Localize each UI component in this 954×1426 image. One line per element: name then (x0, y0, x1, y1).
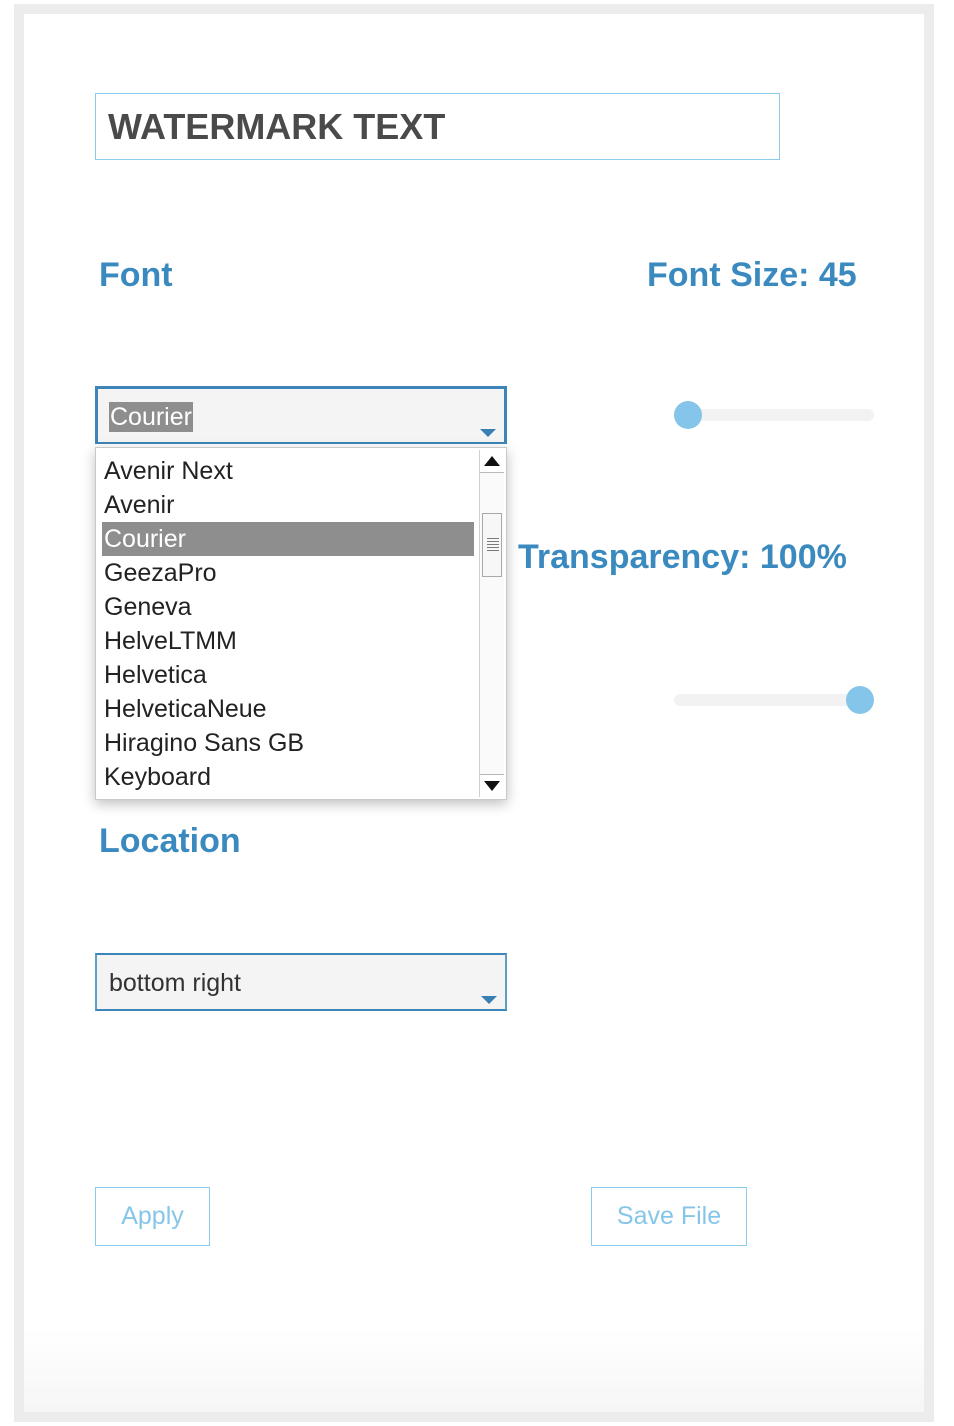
font-option[interactable]: Helvetica (102, 658, 474, 692)
font-size-slider[interactable] (674, 401, 874, 429)
dropdown-scrollbar[interactable] (479, 450, 504, 797)
transparency-label: Transparency: 100% (518, 538, 847, 576)
scroll-up-button[interactable] (480, 450, 504, 473)
font-dropdown-list[interactable]: Avenir Next Avenir Courier GeezaPro Geneva He… (95, 447, 507, 800)
grip-icon (487, 538, 499, 552)
chevron-down-icon (481, 996, 497, 1004)
font-option[interactable]: HelveLTMM (102, 624, 474, 658)
font-option[interactable]: HelveticaNeue (102, 692, 474, 726)
font-option[interactable]: GeezaPro (102, 556, 474, 590)
scroll-down-button[interactable] (480, 774, 504, 797)
location-label: Location (99, 822, 241, 860)
scrollbar-track[interactable] (480, 473, 504, 774)
location-select-value: bottom right (109, 969, 242, 997)
font-option[interactable]: Hiragino Sans GB (102, 726, 474, 760)
chevron-down-icon (480, 429, 496, 437)
font-option[interactable]: Courier (102, 522, 474, 556)
font-select[interactable]: Courier (95, 386, 507, 444)
font-option[interactable]: Avenir (102, 488, 474, 522)
save-file-button[interactable]: Save File (591, 1187, 747, 1246)
font-option[interactable]: Geneva (102, 590, 474, 624)
location-select[interactable]: bottom right (95, 953, 507, 1011)
transparency-slider-thumb[interactable] (846, 686, 874, 714)
font-label: Font (99, 256, 173, 294)
font-size-slider-thumb[interactable] (674, 401, 702, 429)
apply-button[interactable]: Apply (95, 1187, 210, 1246)
font-option[interactable]: Avenir Next (102, 454, 474, 488)
transparency-slider[interactable] (674, 686, 874, 714)
arrow-up-icon (484, 456, 500, 466)
font-options: Avenir Next Avenir Courier GeezaPro Geneva He… (102, 454, 474, 794)
scrollbar-thumb[interactable] (482, 513, 502, 577)
arrow-down-icon (484, 781, 500, 791)
font-select-value: Courier (109, 402, 193, 432)
font-size-label: Font Size: 45 (647, 256, 857, 294)
watermark-text-input[interactable] (95, 93, 780, 160)
font-option[interactable]: Keyboard (102, 760, 474, 794)
